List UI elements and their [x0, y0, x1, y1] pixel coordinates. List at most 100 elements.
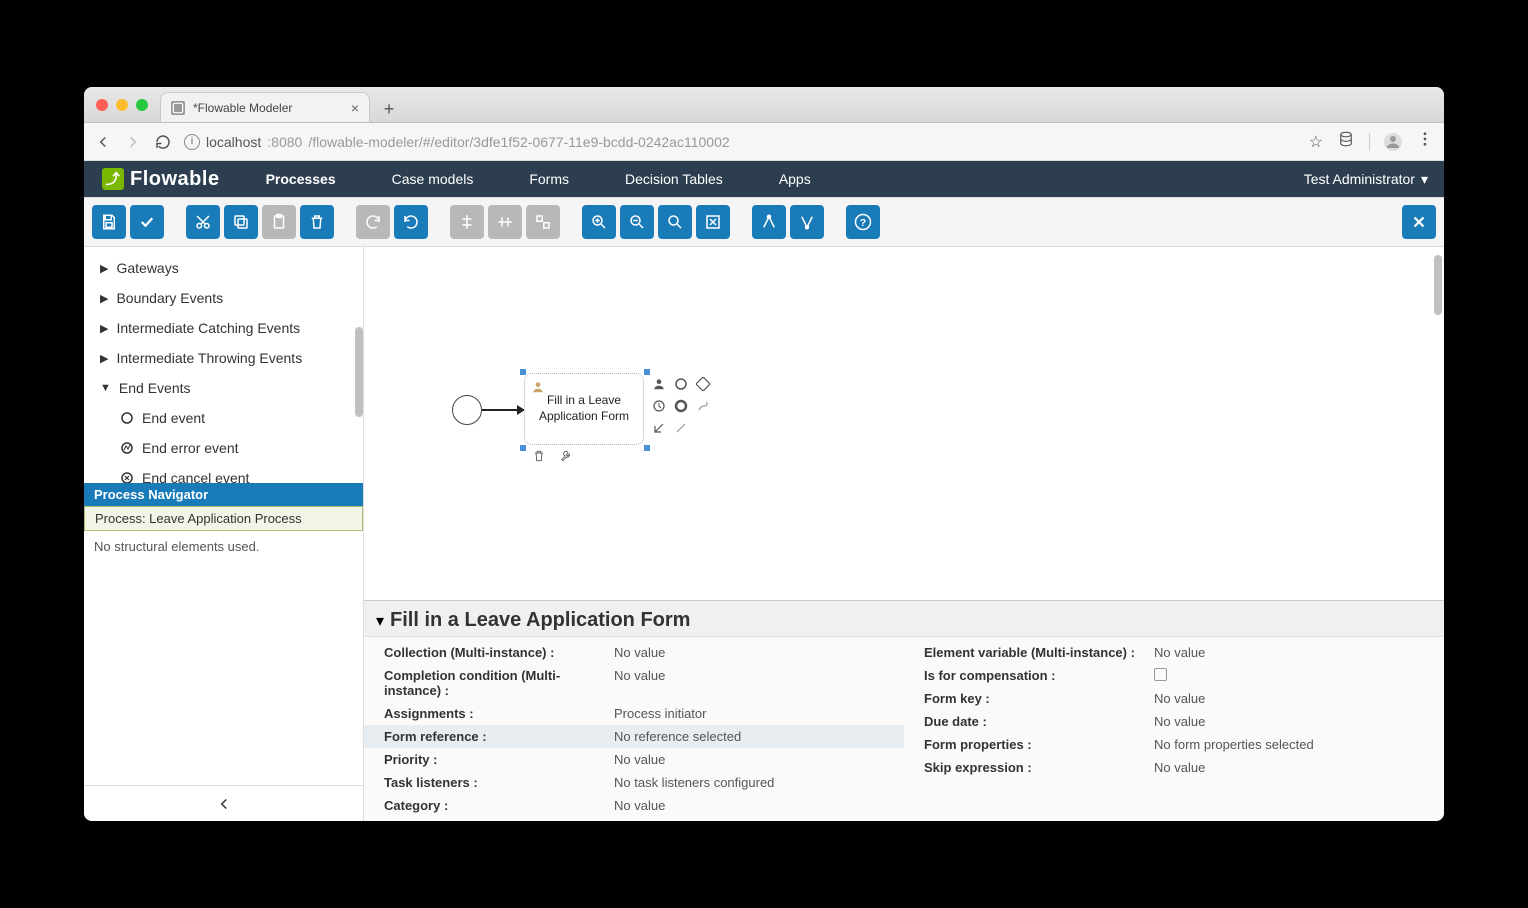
- align-horizontal-button[interactable]: [488, 205, 522, 239]
- nav-case-models[interactable]: Case models: [364, 161, 502, 197]
- nav-forms[interactable]: Forms: [501, 161, 597, 197]
- palette-item-end-cancel-event[interactable]: End cancel event: [84, 463, 363, 483]
- palette-item-end-event[interactable]: End event: [84, 403, 363, 433]
- property-row[interactable]: Is for compensation :: [904, 664, 1444, 687]
- property-value[interactable]: No value: [614, 752, 665, 767]
- property-row[interactable]: Priority :No value: [364, 748, 904, 771]
- zoom-in-button[interactable]: [582, 205, 616, 239]
- url-bar[interactable]: i localhost:8080/flowable-modeler/#/edit…: [184, 134, 1297, 150]
- property-row[interactable]: Element variable (Multi-instance) :No va…: [904, 641, 1444, 664]
- window-close-button[interactable]: [96, 99, 108, 111]
- quick-user-task-icon[interactable]: [650, 375, 668, 393]
- quick-connect-icon[interactable]: [694, 397, 712, 415]
- bookmark-star-icon[interactable]: ☆: [1309, 132, 1323, 152]
- same-size-button[interactable]: [526, 205, 560, 239]
- help-button[interactable]: ?: [846, 205, 880, 239]
- paste-button[interactable]: [262, 205, 296, 239]
- property-value[interactable]: No value: [614, 798, 665, 813]
- property-row[interactable]: Due date :No value: [904, 710, 1444, 733]
- quick-end-bold-icon[interactable]: [672, 397, 690, 415]
- property-row[interactable]: Form properties :No form properties sele…: [904, 733, 1444, 756]
- remove-bendpoint-button[interactable]: [790, 205, 824, 239]
- property-row[interactable]: Form reference :No reference selected: [364, 725, 904, 748]
- delete-button[interactable]: [300, 205, 334, 239]
- app-logo[interactable]: ⤴ Flowable: [84, 168, 238, 191]
- zoom-fit-button[interactable]: [696, 205, 730, 239]
- profile-avatar-icon[interactable]: [1384, 133, 1402, 151]
- chrome-menu-icon[interactable]: [1416, 130, 1434, 153]
- quick-end-event-icon[interactable]: [672, 375, 690, 393]
- zoom-out-button[interactable]: [620, 205, 654, 239]
- database-icon[interactable]: [1337, 130, 1355, 153]
- property-value[interactable]: No value: [1154, 691, 1205, 706]
- property-value[interactable]: No value: [1154, 645, 1205, 660]
- browser-tab[interactable]: *Flowable Modeler ×: [160, 92, 370, 122]
- selection-handle[interactable]: [520, 445, 526, 451]
- property-row[interactable]: Completion condition (Multi-instance) :N…: [364, 664, 904, 702]
- process-navigator-subtitle[interactable]: Process: Leave Application Process: [84, 506, 363, 531]
- add-bendpoint-button[interactable]: [752, 205, 786, 239]
- cut-button[interactable]: [186, 205, 220, 239]
- user-task-shape[interactable]: Fill in a Leave Application Form: [524, 373, 644, 445]
- delete-element-icon[interactable]: [532, 449, 546, 468]
- palette-scrollbar[interactable]: [355, 327, 363, 417]
- align-vertical-button[interactable]: [450, 205, 484, 239]
- close-editor-button[interactable]: [1402, 205, 1436, 239]
- palette-group-boundary-events[interactable]: ▶Boundary Events: [84, 283, 363, 313]
- quick-annotate-icon[interactable]: [672, 419, 690, 437]
- nav-apps[interactable]: Apps: [751, 161, 839, 197]
- bpmn-canvas[interactable]: Fill in a Leave Application Form: [364, 247, 1444, 600]
- palette-group-end-events[interactable]: ▼End Events: [84, 373, 363, 403]
- palette-group-gateways[interactable]: ▶Gateways: [84, 253, 363, 283]
- property-row[interactable]: Skip expression :No value: [904, 756, 1444, 779]
- window-zoom-button[interactable]: [136, 99, 148, 111]
- nav-processes[interactable]: Processes: [238, 161, 364, 197]
- nav-decision-tables[interactable]: Decision Tables: [597, 161, 751, 197]
- site-info-icon[interactable]: i: [184, 134, 200, 150]
- sequence-flow-arrow[interactable]: [482, 409, 524, 411]
- property-value[interactable]: No value: [614, 645, 665, 660]
- undo-button[interactable]: [394, 205, 428, 239]
- reload-button[interactable]: [154, 133, 172, 151]
- palette-group-intermediate-throwing[interactable]: ▶Intermediate Throwing Events: [84, 343, 363, 373]
- zoom-reset-button[interactable]: [658, 205, 692, 239]
- shape-palette[interactable]: ▶Gateways ▶Boundary Events ▶Intermediate…: [84, 247, 363, 483]
- new-tab-button[interactable]: +: [376, 96, 402, 122]
- property-value[interactable]: No value: [1154, 760, 1205, 775]
- palette-item-end-error-event[interactable]: End error event: [84, 433, 363, 463]
- quick-gateway-icon[interactable]: [694, 375, 712, 393]
- property-value[interactable]: No value: [614, 668, 665, 698]
- selection-handle[interactable]: [520, 369, 526, 375]
- redo-button[interactable]: [356, 205, 390, 239]
- property-value[interactable]: No form properties selected: [1154, 737, 1314, 752]
- start-event-shape[interactable]: [452, 395, 482, 425]
- canvas-scrollbar[interactable]: [1434, 255, 1442, 315]
- property-row[interactable]: Form key :No value: [904, 687, 1444, 710]
- property-row[interactable]: Category :No value: [364, 794, 904, 817]
- property-row[interactable]: Assignments :Process initiator: [364, 702, 904, 725]
- sidebar-collapse-button[interactable]: [84, 785, 363, 821]
- back-button[interactable]: [94, 133, 112, 151]
- selection-handle[interactable]: [644, 445, 650, 451]
- property-row[interactable]: Task listeners :No task listeners config…: [364, 771, 904, 794]
- forward-button[interactable]: [124, 133, 142, 151]
- validate-button[interactable]: [130, 205, 164, 239]
- process-navigator-header[interactable]: Process Navigator: [84, 483, 363, 506]
- property-value[interactable]: No value: [1154, 714, 1205, 729]
- user-menu[interactable]: Test Administrator ▾: [1288, 171, 1444, 188]
- copy-button[interactable]: [224, 205, 258, 239]
- tab-close-button[interactable]: ×: [351, 100, 359, 116]
- wrench-icon[interactable]: [560, 449, 574, 468]
- checkbox[interactable]: [1154, 668, 1167, 681]
- property-value[interactable]: No reference selected: [614, 729, 741, 744]
- property-value[interactable]: Process initiator: [614, 706, 706, 721]
- save-button[interactable]: [92, 205, 126, 239]
- property-row[interactable]: Collection (Multi-instance) :No value: [364, 641, 904, 664]
- palette-group-intermediate-catching[interactable]: ▶Intermediate Catching Events: [84, 313, 363, 343]
- quick-expand-icon[interactable]: [650, 419, 668, 437]
- window-minimize-button[interactable]: [116, 99, 128, 111]
- property-value[interactable]: No task listeners configured: [614, 775, 774, 790]
- quick-timer-icon[interactable]: [650, 397, 668, 415]
- properties-header[interactable]: ▾ Fill in a Leave Application Form: [364, 601, 1444, 637]
- property-value[interactable]: [1154, 668, 1167, 683]
